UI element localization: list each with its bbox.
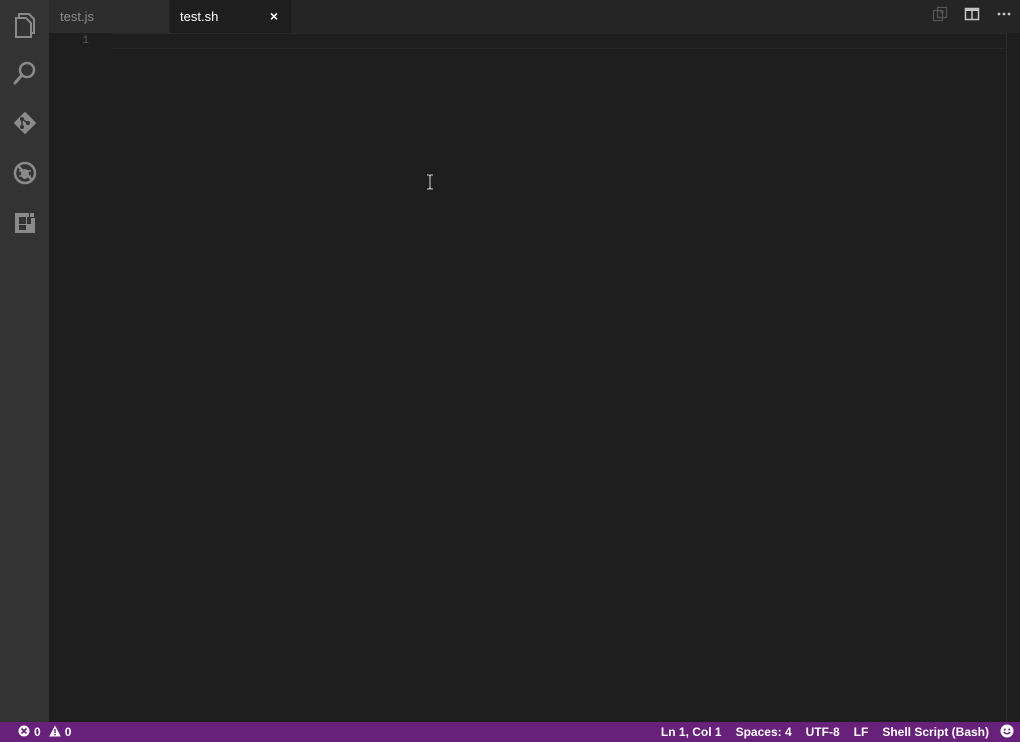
line-number: 1 — [82, 35, 89, 47]
more-actions-button[interactable] — [988, 0, 1020, 33]
editor[interactable]: 1 — [49, 33, 1020, 722]
line-number-gutter: 1 — [49, 33, 111, 722]
problems-indicator[interactable]: 0 0 — [18, 725, 79, 740]
warning-icon — [48, 725, 61, 740]
debug-button[interactable] — [0, 148, 49, 198]
error-count: 0 — [34, 725, 41, 739]
tab-test-js[interactable]: test.js — [49, 0, 170, 33]
close-icon[interactable]: × — [267, 9, 281, 23]
open-changes-button[interactable] — [924, 0, 956, 33]
error-icon — [18, 725, 30, 740]
search-view-button[interactable] — [0, 48, 49, 98]
debug-icon — [12, 160, 38, 186]
code-area[interactable] — [111, 33, 1006, 722]
vscode-window: test.js test.sh × 1 0 0 Ln 1, Col 1 Spac… — [0, 0, 1020, 742]
indentation-setting[interactable]: Spaces: 4 — [729, 722, 799, 742]
open-changes-icon — [932, 6, 948, 27]
split-editor-button[interactable] — [956, 0, 988, 33]
eol-setting[interactable]: LF — [847, 722, 876, 742]
text-cursor-icon — [425, 174, 435, 195]
source-control-icon — [12, 110, 38, 136]
source-control-button[interactable] — [0, 98, 49, 148]
extensions-icon — [12, 210, 38, 236]
ellipsis-icon — [996, 6, 1012, 27]
tab-bar: test.js test.sh × — [49, 0, 1020, 33]
feedback-button[interactable] — [996, 722, 1020, 742]
vertical-scrollbar[interactable] — [1006, 33, 1020, 722]
smiley-icon — [1000, 724, 1014, 741]
language-mode[interactable]: Shell Script (Bash) — [875, 722, 996, 742]
tab-label: test.sh — [180, 9, 219, 24]
encoding-setting[interactable]: UTF-8 — [799, 722, 847, 742]
tab-label: test.js — [60, 9, 94, 24]
search-icon — [12, 60, 38, 86]
activity-bar — [0, 0, 49, 722]
cursor-position[interactable]: Ln 1, Col 1 — [654, 722, 729, 742]
editor-actions — [924, 0, 1020, 33]
warning-count: 0 — [64, 725, 72, 739]
explorer-button[interactable] — [0, 0, 49, 50]
split-editor-icon — [964, 6, 980, 27]
extensions-button[interactable] — [0, 198, 49, 248]
files-icon — [13, 12, 37, 38]
status-bar: 0 0 Ln 1, Col 1 Spaces: 4 UTF-8 LF Shell… — [0, 722, 1020, 742]
tab-test-sh[interactable]: test.sh × — [170, 0, 291, 33]
